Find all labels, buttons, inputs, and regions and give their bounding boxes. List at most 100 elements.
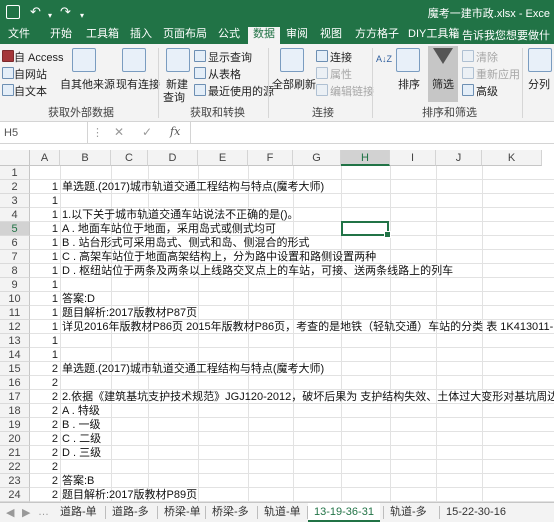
- clear-filter-button[interactable]: 清除: [476, 49, 498, 65]
- column-header-h[interactable]: H: [341, 150, 390, 166]
- column-header-c[interactable]: C: [111, 150, 148, 166]
- cell-a-value[interactable]: 1: [30, 180, 60, 194]
- column-header-k[interactable]: K: [482, 150, 542, 166]
- row-cells[interactable]: [30, 194, 554, 208]
- row-header[interactable]: 9: [0, 278, 30, 292]
- row-header[interactable]: 6: [0, 236, 30, 250]
- cell-a-value[interactable]: 2: [30, 404, 60, 418]
- cell-b-text[interactable]: 答案:B: [62, 474, 94, 488]
- redo-button[interactable]: ↷: [60, 3, 71, 21]
- sheet-scroll-right-icon[interactable]: ▶: [22, 506, 30, 519]
- existing-connections-button[interactable]: 现有连接: [116, 76, 160, 92]
- row-header[interactable]: 17: [0, 390, 30, 404]
- cell-b-text[interactable]: 单选题.(2017)城市轨道交通工程结构与特点(魔考大师): [62, 180, 324, 194]
- row-header[interactable]: 10: [0, 292, 30, 306]
- cell-b-text[interactable]: D . 三级: [62, 446, 101, 460]
- tab-home[interactable]: 开始: [50, 27, 72, 44]
- save-icon[interactable]: [6, 5, 20, 19]
- tab-formulas[interactable]: 公式: [218, 27, 240, 44]
- sheet-tab[interactable]: 道路-多: [106, 503, 155, 522]
- sheet-tab[interactable]: 道路-单: [54, 503, 103, 522]
- cell-b-text[interactable]: D . 枢纽站位于两条及两条以上线路交叉点上的车站，可接、送两条线路上的列车: [62, 264, 453, 278]
- row-cells[interactable]: [30, 334, 554, 348]
- row-cells[interactable]: [30, 166, 554, 180]
- active-cell-highlight[interactable]: [341, 221, 391, 238]
- enter-icon[interactable]: ✓: [142, 125, 152, 139]
- sheet-tab[interactable]: 桥梁-单: [158, 503, 207, 522]
- cell-b-text[interactable]: 答案:D: [62, 292, 95, 306]
- quick-access-menu-icon[interactable]: ▾: [80, 7, 84, 25]
- row-cells[interactable]: [30, 376, 554, 390]
- tab-insert[interactable]: 插入: [130, 27, 152, 44]
- row-header[interactable]: 14: [0, 348, 30, 362]
- insert-function-icon[interactable]: fx: [170, 125, 180, 138]
- cancel-icon[interactable]: ✕: [114, 125, 124, 139]
- sort-button[interactable]: 排序: [398, 76, 420, 92]
- column-header-b[interactable]: B: [60, 150, 111, 166]
- more-options-icon[interactable]: ⋮: [92, 126, 103, 139]
- cell-a-value[interactable]: 1: [30, 264, 60, 278]
- cell-b-text[interactable]: 1.以下关于城市轨道交通车站说法不正确的是()。: [62, 208, 299, 222]
- row-header[interactable]: 1: [0, 166, 30, 180]
- tab-review[interactable]: 审阅: [286, 27, 308, 44]
- cell-a-value[interactable]: 2: [30, 362, 60, 376]
- name-box[interactable]: H5: [0, 122, 88, 144]
- cell-a-value[interactable]: 2: [30, 390, 60, 404]
- cell-b-text[interactable]: B . 一级: [62, 418, 101, 432]
- row-header[interactable]: 20: [0, 432, 30, 446]
- row-header[interactable]: 7: [0, 250, 30, 264]
- cell-a-value[interactable]: 1: [30, 194, 60, 208]
- row-header[interactable]: 13: [0, 334, 30, 348]
- row-header[interactable]: 8: [0, 264, 30, 278]
- column-header-d[interactable]: D: [148, 150, 198, 166]
- cell-b-text[interactable]: 题目解析:2017版教材P87页: [62, 306, 197, 320]
- column-header-a[interactable]: A: [30, 150, 60, 166]
- select-all-corner[interactable]: [0, 150, 30, 166]
- row-cells[interactable]: [30, 404, 554, 418]
- tab-page-layout[interactable]: 页面布局: [163, 27, 207, 44]
- advanced-filter-button[interactable]: 高级: [476, 83, 498, 99]
- row-header[interactable]: 15: [0, 362, 30, 376]
- row-header[interactable]: 24: [0, 488, 30, 502]
- tab-fangfang[interactable]: 方方格子: [355, 27, 399, 44]
- from-other-sources-button[interactable]: 自其他来源: [60, 76, 115, 92]
- cell-a-value[interactable]: 2: [30, 488, 60, 502]
- row-header[interactable]: 12: [0, 320, 30, 334]
- edit-links-button[interactable]: 编辑链接: [330, 83, 374, 99]
- cell-b-text[interactable]: 详见2016年版教材P86页 2015年版教材P86页，考查的是地铁（轻轨交通）…: [62, 320, 554, 334]
- row-cells[interactable]: [30, 418, 554, 432]
- undo-button[interactable]: ↶: [30, 3, 41, 21]
- row-header[interactable]: 5: [0, 222, 30, 236]
- from-access-button[interactable]: 自 Access: [14, 49, 64, 65]
- sheet-tab[interactable]: 13-19-36-31: [308, 503, 380, 522]
- cell-b-text[interactable]: C . 二级: [62, 432, 101, 446]
- row-cells[interactable]: [30, 474, 554, 488]
- sheet-scroll-left-icon[interactable]: ◀: [6, 506, 14, 519]
- cell-b-text[interactable]: 2.依据《建筑基坑支护技术规范》JGJ120-2012，破坏后果为 支护结构失效…: [62, 390, 554, 404]
- cell-b-text[interactable]: 题目解析:2017版教材P89页: [62, 488, 197, 502]
- sheet-tab[interactable]: 15-22-30-16: [440, 503, 512, 522]
- reapply-button[interactable]: 重新应用: [476, 66, 520, 82]
- row-cells[interactable]: [30, 446, 554, 460]
- tab-view[interactable]: 视图: [320, 27, 342, 44]
- from-table-button[interactable]: 从表格: [208, 66, 241, 82]
- cell-a-value[interactable]: 1: [30, 334, 60, 348]
- show-queries-button[interactable]: 显示查询: [208, 49, 252, 65]
- filter-button[interactable]: 筛选: [428, 46, 458, 102]
- tab-toolbox[interactable]: 工具箱: [86, 27, 119, 44]
- sort-az-icon[interactable]: A↓Z: [376, 54, 392, 64]
- column-header-e[interactable]: E: [198, 150, 248, 166]
- cell-a-value[interactable]: 2: [30, 460, 60, 474]
- row-header[interactable]: 16: [0, 376, 30, 390]
- cell-a-value[interactable]: 1: [30, 278, 60, 292]
- cell-b-text[interactable]: B . 站台形式可采用岛式、侧式和岛、侧混合的形式: [62, 236, 310, 250]
- recent-sources-button[interactable]: 最近使用的源: [208, 83, 274, 99]
- new-query-button-line2[interactable]: 查询: [163, 89, 185, 105]
- row-cells[interactable]: [30, 432, 554, 446]
- properties-button[interactable]: 属性: [330, 66, 352, 82]
- cell-b-text[interactable]: A . 地面车站位于地面，采用岛式或侧式均可: [62, 222, 276, 236]
- tell-me-search[interactable]: ♀ 告诉我您想要做什: [451, 27, 550, 43]
- column-header-f[interactable]: F: [248, 150, 293, 166]
- from-web-button[interactable]: 自网站: [14, 66, 47, 82]
- cell-a-value[interactable]: 2: [30, 432, 60, 446]
